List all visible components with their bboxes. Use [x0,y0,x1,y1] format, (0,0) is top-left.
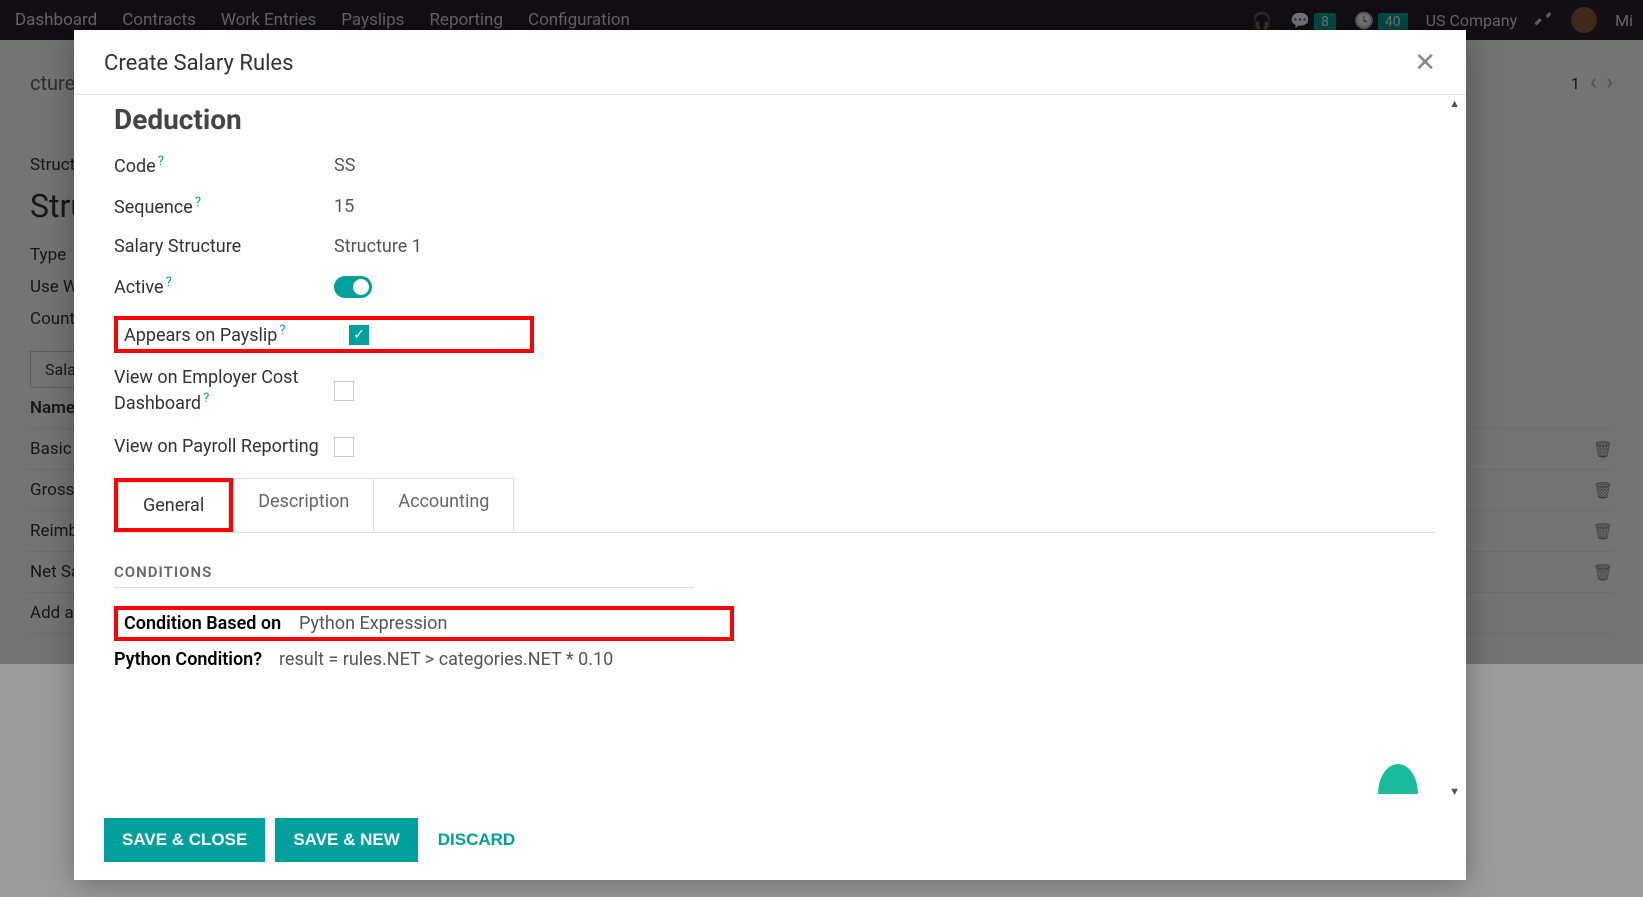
save-close-button[interactable]: SAVE & CLOSE [104,818,265,862]
help-icon[interactable]: ? [158,154,164,169]
label-code: Code? [114,154,334,177]
label-active: Active? [114,275,334,298]
save-new-button[interactable]: SAVE & NEW [275,818,417,862]
discard-button[interactable]: DISCARD [428,818,525,862]
value-condition-based-on[interactable]: Python Expression [299,613,447,634]
value-sequence[interactable]: 15 [334,196,354,217]
label-python-condition: Python Condition? [114,649,279,670]
checkbox-view-payroll-reporting[interactable] [334,437,354,457]
section-title: Deduction [114,103,1436,136]
value-code[interactable]: SS [334,155,355,176]
modal-title: Create Salary Rules [104,51,293,76]
help-icon[interactable]: ? [166,275,172,290]
help-icon[interactable]: ? [253,649,262,670]
label-view-payroll-reporting: View on Payroll Reporting [114,434,334,459]
scroll-up-icon[interactable]: ▲ [1449,97,1460,110]
help-icon[interactable]: ? [195,195,201,210]
label-structure: Salary Structure [114,236,334,257]
label-appears-on-payslip: Appears on Payslip? [124,323,324,346]
label-condition-based-on: Condition Based on [124,613,299,634]
help-icon[interactable]: ? [279,323,285,338]
tabs: General Description Accounting [114,478,1436,533]
checkbox-appears-on-payslip[interactable]: ✓ [349,325,369,345]
tab-accounting[interactable]: Accounting [374,478,514,532]
value-structure[interactable]: Structure 1 [334,236,422,257]
help-floating-icon[interactable] [1378,764,1418,794]
tab-general[interactable]: General [118,482,229,528]
checkbox-view-employer-cost[interactable] [334,381,354,401]
toggle-active[interactable] [334,276,372,298]
scroll-down-icon[interactable]: ▼ [1449,785,1460,798]
label-sequence: Sequence? [114,195,334,218]
value-python-condition[interactable]: result = rules.NET > categories.NET * 0.… [279,649,613,670]
tab-description[interactable]: Description [233,478,374,532]
create-salary-rules-modal: Create Salary Rules ✕ ▲ Deduction Code? … [74,30,1466,880]
label-view-employer-cost: View on Employer Cost Dashboard? [114,365,334,416]
section-conditions: CONDITIONS [114,563,694,588]
help-icon[interactable]: ? [203,391,209,406]
close-icon[interactable]: ✕ [1414,50,1436,76]
